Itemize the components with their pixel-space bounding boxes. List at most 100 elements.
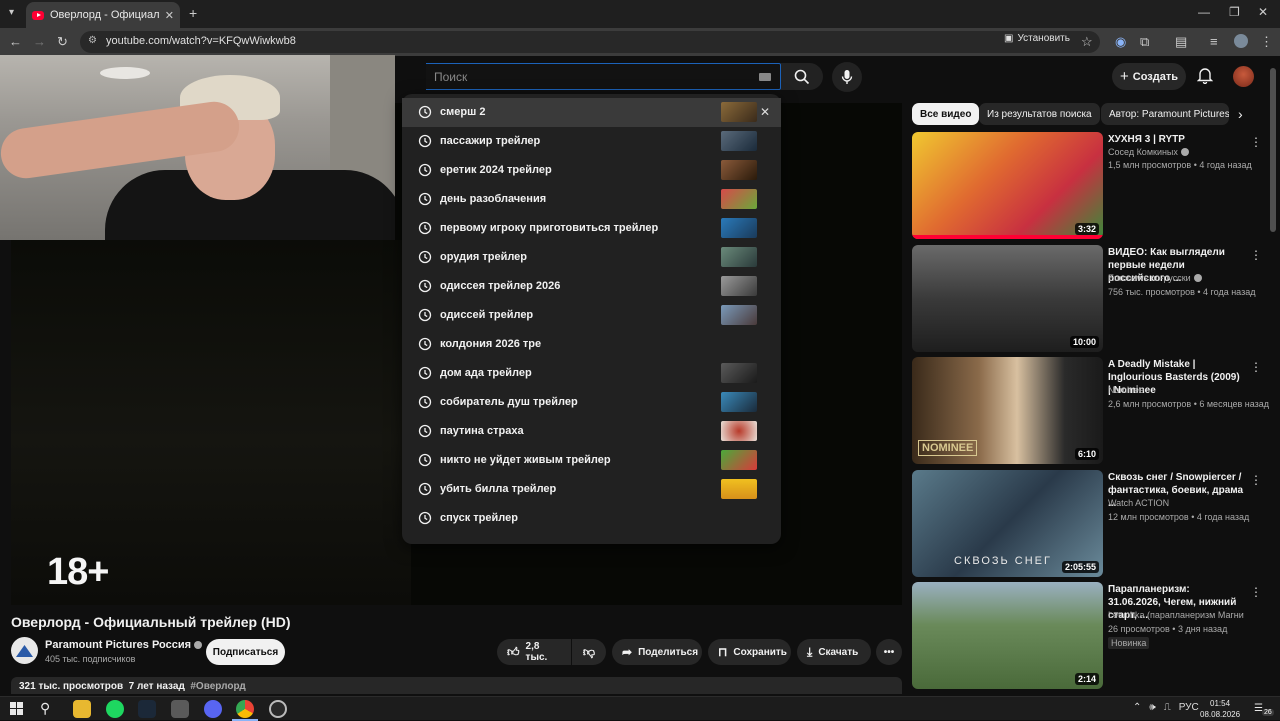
download-button[interactable]: ⤓ Скачать xyxy=(797,639,871,665)
chip-from-search[interactable]: Из результатов поиска xyxy=(979,103,1100,125)
recommendation-item[interactable]: 2:14 Парапланеризм: 31.06.2026, Чегем, н… xyxy=(912,582,1262,690)
suggestion-item[interactable]: одиссея трейлер 2026 xyxy=(402,272,781,301)
back-icon[interactable]: ← xyxy=(9,34,22,49)
channel-avatar[interactable] xyxy=(11,637,38,664)
create-button[interactable]: + Создать xyxy=(1112,63,1186,90)
video-thumbnail[interactable]: СКВОЗЬ СНЕГ 2:05:55 xyxy=(912,470,1103,577)
suggestion-item[interactable]: пассажир трейлер xyxy=(402,127,781,156)
minimize-icon[interactable]: — xyxy=(1198,5,1210,19)
suggestion-item[interactable]: спуск трейлер xyxy=(402,504,781,533)
site-info-icon[interactable]: ⚙ xyxy=(88,35,97,46)
install-app-button[interactable]: ▣ Установить xyxy=(1004,33,1070,44)
video-thumbnail[interactable]: 10:00 xyxy=(912,245,1103,352)
restore-icon[interactable]: ❐ xyxy=(1229,5,1240,19)
share-button[interactable]: ➦ Поделиться xyxy=(612,639,702,665)
search-input[interactable]: Поиск xyxy=(426,63,781,90)
recommendation-item[interactable]: СКВОЗЬ СНЕГ 2:05:55 Сквозь снег / Snowpi… xyxy=(912,470,1262,578)
recommendation-title[interactable]: ХУХНЯ 3 | RYTP xyxy=(1108,133,1244,146)
more-vertical-icon[interactable]: ⋮ xyxy=(1250,135,1262,149)
suggestion-item[interactable]: никто не уйдет живым трейлер xyxy=(402,446,781,475)
more-vertical-icon[interactable]: ⋮ xyxy=(1250,473,1262,487)
suggestion-item[interactable]: смерш 2 ✕ xyxy=(402,98,781,127)
recommendation-channel[interactable]: Nominee xyxy=(1108,385,1144,395)
extensions-icon[interactable]: ⧉ xyxy=(1140,34,1149,50)
history-icon xyxy=(418,366,432,380)
media-icon[interactable]: ◉ xyxy=(1115,34,1126,50)
chevron-right-icon[interactable]: › xyxy=(1238,106,1243,122)
recommendation-channel[interactable]: Letuchka (парапланеризм Магнитогор... xyxy=(1108,610,1244,620)
more-vertical-icon[interactable]: ⋮ xyxy=(1250,248,1262,262)
app-icon[interactable] xyxy=(171,700,189,718)
more-actions-button[interactable]: ••• xyxy=(876,639,902,665)
notifications-button[interactable] xyxy=(1196,66,1214,89)
discord-icon[interactable] xyxy=(204,700,222,718)
suggestion-item[interactable]: паутина страха xyxy=(402,417,781,446)
history-icon xyxy=(418,192,432,206)
browser-tab[interactable]: Оверлорд - Официальный трейлер ✕ xyxy=(26,2,180,28)
chip-by-author[interactable]: Автор: Paramount Pictures xyxy=(1101,103,1229,125)
taskbar-clock[interactable]: 01:54 08.08.2026 xyxy=(1200,698,1240,720)
more-vertical-icon[interactable]: ⋮ xyxy=(1250,360,1262,374)
tab-list-icon[interactable]: ▾ xyxy=(9,7,14,18)
recommendation-item[interactable]: 3:32 ХУХНЯ 3 | RYTP Сосед Комкиных 1,5 м… xyxy=(912,132,1262,240)
dislike-button[interactable]: 👎︎ xyxy=(572,639,606,665)
new-tab-icon[interactable]: + xyxy=(189,5,197,21)
suggestion-thumbnail xyxy=(721,450,757,470)
sidebar-icon[interactable]: ▤ xyxy=(1175,34,1187,50)
suggestion-item[interactable]: одиссей трейлер xyxy=(402,301,781,330)
save-button[interactable]: ⊓ Сохранить xyxy=(708,639,791,665)
media-controls-icon[interactable]: ≡ xyxy=(1210,34,1218,49)
more-vertical-icon[interactable]: ⋮ xyxy=(1250,585,1262,599)
video-thumbnail[interactable]: 3:32 xyxy=(912,132,1103,239)
channel-name[interactable]: Paramount Pictures Россия xyxy=(45,639,203,651)
menu-icon[interactable]: ⋮ xyxy=(1260,34,1273,50)
profile-icon[interactable] xyxy=(1234,34,1248,48)
suggestion-item[interactable]: дом ада трейлер xyxy=(402,359,781,388)
description-box[interactable]: 321 тыс. просмотров 7 лет назад #Оверлор… xyxy=(11,677,902,694)
recommendation-channel[interactable]: Сосед Комкиных xyxy=(1108,147,1189,157)
close-tab-icon[interactable]: ✕ xyxy=(165,9,174,22)
duration-badge: 3:32 xyxy=(1074,223,1099,235)
forward-icon[interactable]: → xyxy=(33,34,46,49)
suggestion-item[interactable]: орудия трейлер xyxy=(402,243,781,272)
bookmark-star-icon[interactable]: ☆ xyxy=(1081,34,1093,50)
file-explorer-icon[interactable] xyxy=(73,700,91,718)
windows-start-icon[interactable] xyxy=(10,702,23,720)
address-bar[interactable]: ⚙ youtube.com/watch?v=KFQwWiwkwb8 xyxy=(80,31,1100,53)
recommendation-channel[interactable]: Watch ACTION xyxy=(1108,498,1169,508)
account-avatar[interactable] xyxy=(1233,66,1254,87)
voice-search-button[interactable] xyxy=(832,62,862,92)
suggestion-item[interactable]: первому игроку приготовиться трейлер xyxy=(402,214,781,243)
keyboard-icon[interactable] xyxy=(759,73,771,81)
chrome-icon[interactable] xyxy=(236,700,254,718)
reload-icon[interactable]: ↻ xyxy=(57,34,68,50)
language-indicator[interactable]: РУС xyxy=(1179,702,1199,713)
search-button[interactable] xyxy=(781,63,823,90)
volume-icon[interactable]: 🕪︎ xyxy=(1149,702,1155,713)
subscribe-button[interactable]: Подписаться xyxy=(206,639,285,665)
search-icon[interactable]: ⚲ xyxy=(40,700,50,717)
recommendation-channel[interactable]: Euronews по-русски xyxy=(1108,273,1202,283)
suggestion-item[interactable]: день разоблачения xyxy=(402,185,781,214)
obs-icon[interactable] xyxy=(269,700,287,718)
suggestion-item[interactable]: колдония 2026 тре xyxy=(402,330,781,359)
suggestion-item[interactable]: еретик 2024 трейлер xyxy=(402,156,781,185)
hashtag-link[interactable]: #Оверлорд xyxy=(190,681,245,692)
recommendation-item[interactable]: NOMINEE 6:10 A Deadly Mistake | Inglouri… xyxy=(912,357,1269,465)
suggestion-item[interactable]: убить билла трейлер xyxy=(402,475,781,504)
close-window-icon[interactable]: ✕ xyxy=(1258,5,1268,19)
like-button[interactable]: 👍︎ 2,8 тыс. xyxy=(497,639,571,665)
steam-icon[interactable] xyxy=(138,700,156,718)
video-thumbnail[interactable]: 2:14 xyxy=(912,582,1103,689)
view-count: 321 тыс. просмотров xyxy=(19,681,124,692)
suggestion-item[interactable]: собиратель душ трейлер xyxy=(402,388,781,417)
spotify-icon[interactable] xyxy=(106,700,124,718)
save-label: Сохранить xyxy=(733,646,787,658)
recommendation-item[interactable]: 10:00 ВИДЕО: Как выглядели первые недели… xyxy=(912,245,1262,353)
video-thumbnail[interactable]: NOMINEE 6:10 xyxy=(912,357,1103,464)
network-icon[interactable]: ⎍ xyxy=(1164,702,1171,713)
chip-all-videos[interactable]: Все видео xyxy=(912,103,980,125)
remove-suggestion-icon[interactable]: ✕ xyxy=(760,105,770,119)
tray-chevron-icon[interactable]: ⌃ xyxy=(1133,702,1141,713)
page-scrollbar[interactable] xyxy=(1270,68,1276,232)
